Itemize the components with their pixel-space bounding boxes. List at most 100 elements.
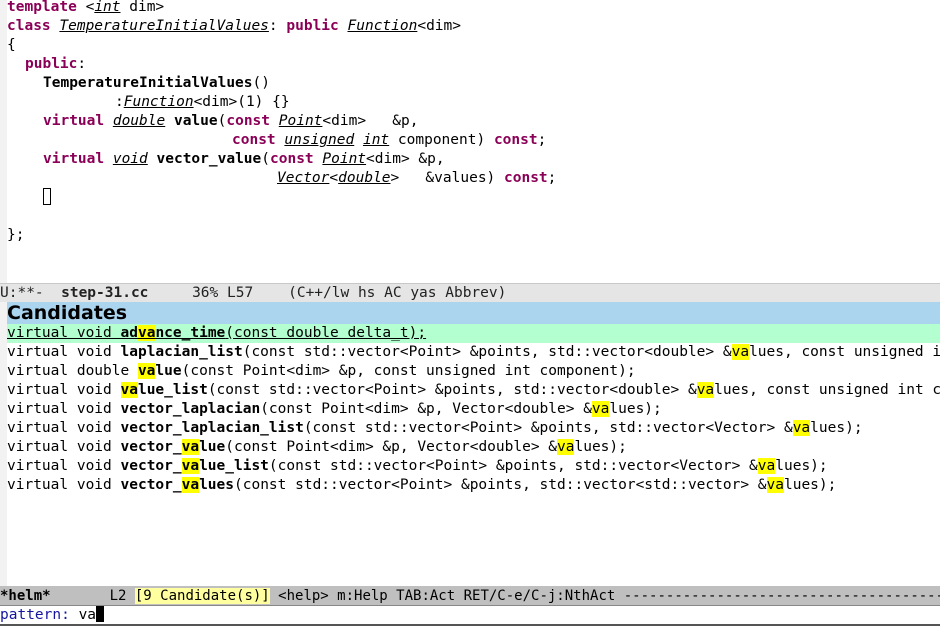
type-name: Function <box>347 18 418 34</box>
code-text: : <box>77 56 87 72</box>
candidate-signature: lues); <box>609 401 662 417</box>
code-line: public: <box>25 55 86 74</box>
code-text: ; <box>547 170 557 186</box>
candidate-function-name: value_list <box>120 382 208 398</box>
code-text: < <box>76 0 95 15</box>
candidate-item[interactable]: virtual void vector_laplacian(const Poin… <box>7 400 940 419</box>
match-highlight: va <box>137 363 156 379</box>
line-indicator: L2 <box>50 588 135 604</box>
function-name: value <box>173 113 218 129</box>
pattern-input[interactable]: va <box>79 607 96 623</box>
type-name: double <box>112 113 166 129</box>
candidate-signature: (const std::vector<Point> &points, std::… <box>268 458 758 474</box>
code-text: > &values) <box>390 170 505 186</box>
candidate-item[interactable]: virtual void vector_value_list(const std… <box>7 457 940 476</box>
candidate-prefix: virtual void <box>7 420 121 436</box>
code-text: <dim> &p, <box>366 151 445 167</box>
helm-modeline: *helm* L2 [9 Candidate(s)] <help> m:Help… <box>0 586 940 606</box>
code-text: dim> <box>120 0 165 15</box>
keyword: public <box>25 56 78 72</box>
code-text: component) <box>389 132 494 148</box>
candidate-signature: lues); <box>574 439 627 455</box>
candidate-signature: (const std::vector<Point> &points, std::… <box>303 420 793 436</box>
name-part: lue_list <box>137 382 208 398</box>
candidate-signature: lues); <box>775 458 828 474</box>
keyword: virtual <box>43 151 105 167</box>
candidate-item[interactable]: virtual void advance_time(const double d… <box>7 324 940 343</box>
code-text: { <box>7 37 16 53</box>
candidate-signature: (const Point<dim> &p, Vector<double> & <box>260 401 592 417</box>
helm-buffer-name: *helm* <box>0 588 51 604</box>
editor-modeline: U:**- step-31.cc 36% L57 (C++/lw hs AC y… <box>0 283 940 302</box>
code-text: ; <box>537 132 547 148</box>
candidate-prefix: virtual void <box>7 382 121 398</box>
code-line: virtual double value(const Point<dim> &p… <box>43 112 418 131</box>
candidate-function-name: vector_laplacian_list <box>121 420 304 436</box>
match-highlight: va <box>792 420 811 436</box>
keyword: const <box>504 170 548 186</box>
candidate-item[interactable]: virtual double value(const Point<dim> &p… <box>7 362 940 381</box>
name-part: ad <box>120 325 138 341</box>
candidate-item[interactable]: virtual void vector_laplacian_list(const… <box>7 419 940 438</box>
name-part: vector_ <box>120 477 182 493</box>
candidate-function-name: vector_values <box>120 477 234 493</box>
code-text: <dim> &p, <box>322 113 419 129</box>
code-editor[interactable]: template <int dim> class TemperatureInit… <box>0 0 940 283</box>
match-highlight: va <box>120 382 138 398</box>
keyword: template <box>7 0 77 15</box>
code-line: :Function<dim>(1) {} <box>115 93 290 112</box>
code-text: }; <box>7 227 25 243</box>
candidate-prefix: virtual double <box>7 363 138 379</box>
candidate-item[interactable]: virtual void vector_values(const std::ve… <box>7 476 940 495</box>
code-line: template <int dim> <box>7 0 164 17</box>
keyword: const <box>226 113 271 129</box>
type-name: double <box>338 170 391 186</box>
match-highlight: va <box>181 458 200 474</box>
name-part: laplacian_list <box>120 344 243 360</box>
candidate-signature: (const std::vector<Point> &points, std::… <box>234 477 767 493</box>
candidate-function-name: value <box>137 363 182 379</box>
candidate-signature: (const Point<dim> &p, Vector<double> & <box>225 439 558 455</box>
name-part: lue_list <box>199 458 269 474</box>
minibuffer[interactable]: pattern: va <box>0 606 940 626</box>
code-line: Vector<double> &values) const; <box>277 169 556 188</box>
candidate-function-name: vector_value <box>121 439 225 455</box>
function-name: TemperatureInitialValues <box>43 75 253 91</box>
candidate-signature: lues, const unsigned int component); <box>749 344 940 360</box>
major-minor-modes[interactable]: (C++/lw hs AC yas Abbrev) <box>288 285 506 301</box>
code-line: const unsigned int component) const; <box>232 131 546 150</box>
candidate-signature: (const Point<dim> &p, const unsigned int… <box>181 363 636 379</box>
type-name: void <box>112 151 148 167</box>
name-part: vector_laplacian <box>120 401 261 417</box>
candidate-prefix: virtual void <box>7 439 121 455</box>
match-highlight: va <box>731 344 750 360</box>
name-part: lue <box>155 363 182 379</box>
keyword: class <box>7 18 51 34</box>
match-highlight: va <box>181 477 200 493</box>
function-name: vector_value <box>156 151 262 167</box>
pattern-prompt: pattern: <box>0 607 79 623</box>
left-fringe-helm <box>0 302 7 586</box>
candidate-function-name: vector_laplacian <box>121 401 261 417</box>
match-highlight: va <box>766 477 784 493</box>
buffer-position: 36% L57 <box>148 285 289 301</box>
type-name: Vector <box>277 170 330 186</box>
candidate-function-name: vector_value_list <box>121 458 269 474</box>
candidate-function-name: laplacian_list <box>121 344 243 360</box>
candidate-item[interactable]: virtual void value_list(const std::vecto… <box>7 381 940 400</box>
candidate-prefix: virtual void <box>7 401 121 417</box>
match-highlight: va <box>696 382 715 398</box>
code-text: () <box>252 75 270 91</box>
candidate-item[interactable]: virtual void laplacian_list(const std::v… <box>7 343 940 362</box>
match-highlight: va <box>591 401 610 417</box>
buffer-status: U:**- <box>0 285 62 301</box>
type-name: unsigned <box>284 132 355 148</box>
code-line: class TemperatureInitialValues: public F… <box>7 17 461 36</box>
candidate-signature: (const std::vector<Point> &points, std::… <box>242 344 732 360</box>
buffer-name[interactable]: step-31.cc <box>61 285 148 301</box>
keyword: const <box>270 151 314 167</box>
code-text: ( <box>261 151 270 167</box>
candidate-item[interactable]: virtual void vector_value(const Point<di… <box>7 438 940 457</box>
name-part: vector_ <box>120 458 182 474</box>
match-highlight: va <box>137 325 156 341</box>
